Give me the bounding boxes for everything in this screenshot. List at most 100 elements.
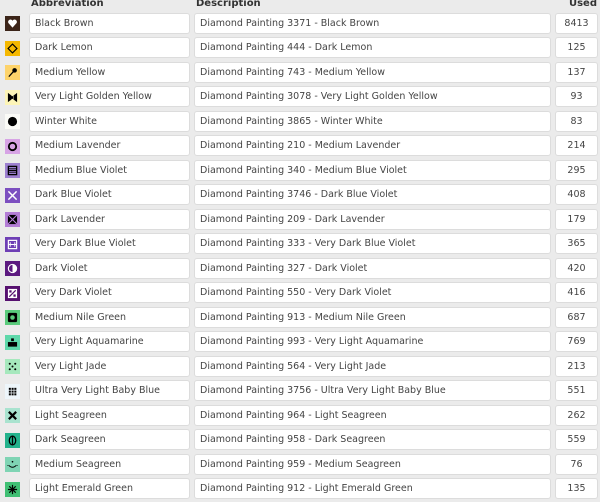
- abbreviation-field[interactable]: Medium Blue Violet: [29, 159, 190, 181]
- color-swatch[interactable]: [5, 65, 20, 80]
- color-swatch[interactable]: [5, 114, 20, 129]
- description-field[interactable]: Diamond Painting 993 - Very Light Aquama…: [194, 331, 551, 352]
- used-count-field[interactable]: 420: [555, 257, 598, 279]
- header-abbreviation: Abbreviation: [31, 0, 104, 9]
- color-swatch[interactable]: [5, 212, 20, 227]
- abbreviation-field[interactable]: Very Dark Blue Violet: [29, 233, 190, 254]
- used-count-field[interactable]: 179: [555, 208, 598, 230]
- used-count-field[interactable]: 416: [555, 282, 598, 303]
- color-swatch[interactable]: [5, 163, 20, 178]
- description-field[interactable]: Diamond Painting 913 - Medium Nile Green: [194, 306, 551, 328]
- color-swatch[interactable]: [5, 432, 20, 448]
- description-field[interactable]: Diamond Painting 340 - Medium Blue Viole…: [194, 159, 551, 181]
- used-count-field[interactable]: 559: [555, 429, 598, 450]
- description-field[interactable]: Diamond Painting 3746 - Dark Blue Violet: [194, 184, 551, 205]
- abbreviation-field[interactable]: Medium Nile Green: [29, 306, 190, 328]
- description-field[interactable]: Diamond Painting 3865 - Winter White: [194, 110, 551, 132]
- abbreviation-field[interactable]: Dark Lemon: [29, 37, 190, 58]
- table-row: Medium Blue Violet Diamond Painting 340 …: [0, 158, 600, 183]
- description-field[interactable]: Diamond Painting 444 - Dark Lemon: [194, 37, 551, 58]
- table-header: Abbreviation Description Used: [0, 0, 600, 11]
- abbreviation-field[interactable]: Light Seagreen: [29, 404, 190, 426]
- abbreviation-field[interactable]: Medium Lavender: [29, 135, 190, 156]
- used-count-field[interactable]: 8413: [555, 12, 598, 34]
- used-count-field[interactable]: 769: [555, 331, 598, 352]
- abbreviation-field[interactable]: Very Light Aquamarine: [29, 331, 190, 352]
- color-swatch[interactable]: [5, 138, 20, 154]
- abbreviation-field[interactable]: Very Dark Violet: [29, 282, 190, 303]
- used-count-field[interactable]: 135: [555, 478, 598, 499]
- used-count-field[interactable]: 137: [555, 61, 598, 83]
- abbreviation-field[interactable]: Dark Violet: [29, 257, 190, 279]
- color-swatch[interactable]: [5, 89, 20, 105]
- table-row: Dark Seagreen Diamond Painting 958 - Dar…: [0, 428, 600, 453]
- table-row: Medium Nile Green Diamond Painting 913 -…: [0, 305, 600, 330]
- description-field[interactable]: Diamond Painting 210 - Medium Lavender: [194, 135, 551, 156]
- abbreviation-field[interactable]: Dark Blue Violet: [29, 184, 190, 205]
- color-swatch[interactable]: [5, 261, 20, 276]
- abbreviation-field[interactable]: Black Brown: [29, 12, 190, 34]
- description-field[interactable]: Diamond Painting 958 - Dark Seagreen: [194, 429, 551, 450]
- abbreviation-field[interactable]: Very Light Golden Yellow: [29, 86, 190, 107]
- header-description: Description: [196, 0, 261, 9]
- used-count-field[interactable]: 76: [555, 453, 598, 475]
- description-field[interactable]: Diamond Painting 333 - Very Dark Blue Vi…: [194, 233, 551, 254]
- description-field[interactable]: Diamond Painting 564 - Very Light Jade: [194, 355, 551, 377]
- description-field[interactable]: Diamond Painting 550 - Very Dark Violet: [194, 282, 551, 303]
- table-row: Light Seagreen Diamond Painting 964 - Li…: [0, 403, 600, 428]
- diamond-outline-icon: [7, 42, 18, 54]
- abbreviation-field[interactable]: Very Light Jade: [29, 355, 190, 377]
- used-count-field[interactable]: 408: [555, 184, 598, 205]
- description-field[interactable]: Diamond Painting 3078 - Very Light Golde…: [194, 86, 551, 107]
- used-count-field[interactable]: 213: [555, 355, 598, 377]
- table-row: Very Dark Blue Violet Diamond Painting 3…: [0, 232, 600, 257]
- abbreviation-field[interactable]: Medium Yellow: [29, 61, 190, 83]
- color-swatch[interactable]: [5, 236, 20, 252]
- table-row: Dark Violet Diamond Painting 327 - Dark …: [0, 256, 600, 281]
- abbreviation-field[interactable]: Medium Seagreen: [29, 453, 190, 475]
- table-row: Very Dark Violet Diamond Painting 550 - …: [0, 281, 600, 306]
- abbreviation-field[interactable]: Dark Seagreen: [29, 429, 190, 450]
- used-count-field[interactable]: 365: [555, 233, 598, 254]
- used-count-field[interactable]: 295: [555, 159, 598, 181]
- description-field[interactable]: Diamond Painting 327 - Dark Violet: [194, 257, 551, 279]
- used-count-field[interactable]: 687: [555, 306, 598, 328]
- description-field[interactable]: Diamond Painting 959 - Medium Seagreen: [194, 453, 551, 475]
- description-field[interactable]: Diamond Painting 3371 - Black Brown: [194, 12, 551, 34]
- used-count-field[interactable]: 262: [555, 404, 598, 426]
- table-row: Medium Yellow Diamond Painting 743 - Med…: [0, 60, 600, 85]
- color-swatch[interactable]: [5, 40, 20, 56]
- color-swatch[interactable]: [5, 310, 20, 325]
- abbreviation-field[interactable]: Light Emerald Green: [29, 478, 190, 499]
- color-swatch[interactable]: [5, 359, 20, 374]
- five-dots-icon: [7, 361, 18, 372]
- color-swatch[interactable]: [5, 383, 20, 399]
- table-row: Medium Seagreen Diamond Painting 959 - M…: [0, 452, 600, 477]
- grid-dots-icon: [7, 386, 18, 397]
- description-field[interactable]: Diamond Painting 743 - Medium Yellow: [194, 61, 551, 83]
- description-field[interactable]: Diamond Painting 912 - Light Emerald Gre…: [194, 478, 551, 499]
- color-swatch[interactable]: [5, 285, 20, 301]
- color-swatch[interactable]: [5, 334, 20, 350]
- color-swatch[interactable]: [5, 457, 20, 472]
- used-count-field[interactable]: 551: [555, 380, 598, 401]
- square-x-icon: [7, 214, 18, 225]
- used-count-field[interactable]: 93: [555, 86, 598, 107]
- color-swatch[interactable]: [5, 408, 20, 423]
- color-swatch[interactable]: [5, 481, 20, 497]
- table-row: Dark Blue Violet Diamond Painting 3746 -…: [0, 183, 600, 208]
- phi-icon: [7, 434, 18, 446]
- color-swatch[interactable]: [5, 187, 20, 203]
- description-field[interactable]: Diamond Painting 3756 - Ultra Very Light…: [194, 380, 551, 401]
- used-count-field[interactable]: 214: [555, 135, 598, 156]
- half-circle-icon: [7, 263, 18, 274]
- abbreviation-field[interactable]: Winter White: [29, 110, 190, 132]
- description-field[interactable]: Diamond Painting 209 - Dark Lavender: [194, 208, 551, 230]
- abbreviation-field[interactable]: Dark Lavender: [29, 208, 190, 230]
- used-count-field[interactable]: 83: [555, 110, 598, 132]
- square-ring-icon: [7, 312, 18, 323]
- description-field[interactable]: Diamond Painting 964 - Light Seagreen: [194, 404, 551, 426]
- abbreviation-field[interactable]: Ultra Very Light Baby Blue: [29, 380, 190, 401]
- color-swatch[interactable]: [5, 16, 20, 31]
- used-count-field[interactable]: 125: [555, 37, 598, 58]
